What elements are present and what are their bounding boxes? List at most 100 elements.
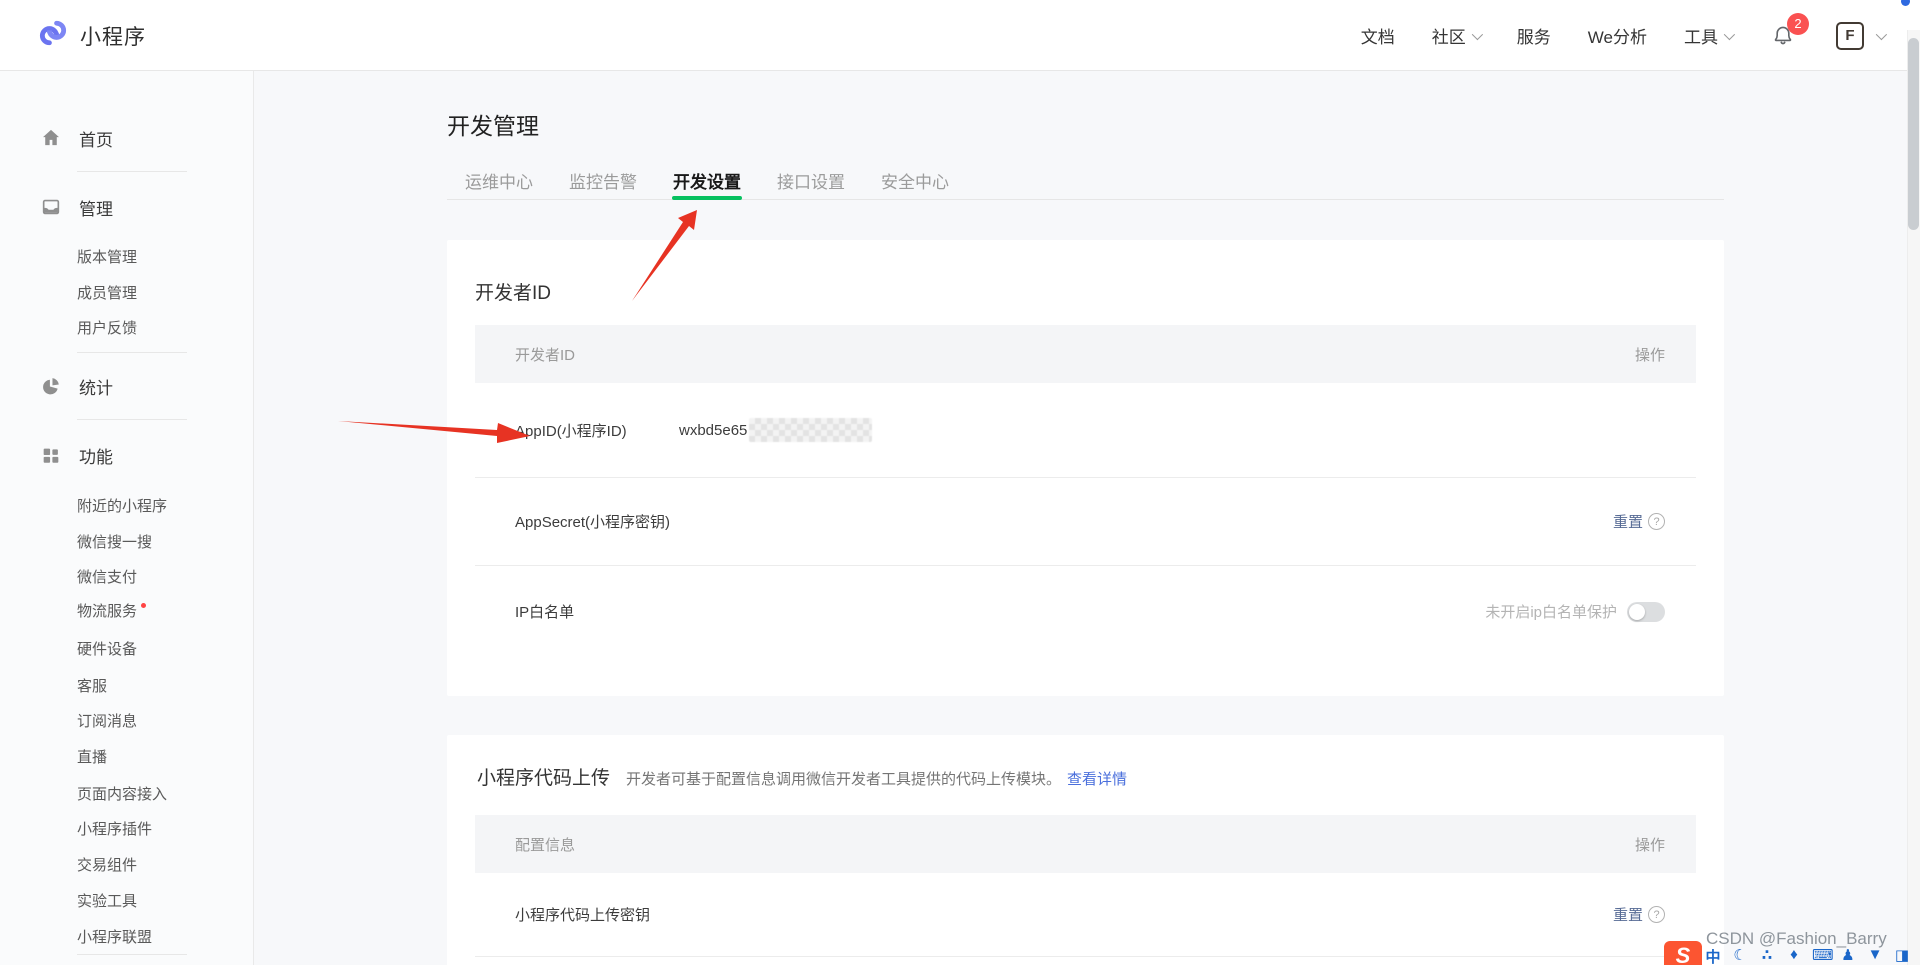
nav-services[interactable]: 服务 (1517, 23, 1551, 48)
appid-masked-value (749, 418, 872, 442)
sidebar-item-logistics[interactable]: 物流服务 (77, 598, 146, 622)
home-icon (40, 127, 62, 149)
sidebar-item-page-content[interactable]: 页面内容接入 (77, 781, 167, 805)
developer-id-card: 开发者ID 开发者ID 操作 AppID(小程序ID) wxbd5e65 App… (447, 240, 1724, 696)
appid-row: AppID(小程序ID) wxbd5e65 (475, 383, 1696, 477)
sidebar-item-manage[interactable]: 管理 (40, 193, 113, 221)
developer-id-title: 开发者ID (475, 278, 551, 305)
help-icon[interactable]: ? (1648, 513, 1665, 530)
sidebar-item-stats[interactable]: 统计 (40, 372, 113, 400)
sidebar-item-hardware[interactable]: 硬件设备 (77, 636, 137, 660)
inbox-icon (40, 196, 62, 218)
ime-moon-icon: ☾ (1731, 946, 1749, 965)
nav-docs[interactable]: 文档 (1361, 23, 1395, 48)
sidebar-item-subscribe-message[interactable]: 订阅消息 (77, 708, 137, 732)
scrollbar-thumb[interactable] (1908, 38, 1919, 230)
nav-community[interactable]: 社区 (1432, 23, 1480, 48)
chevron-down-icon (1724, 28, 1735, 39)
nav-tools[interactable]: 工具 (1684, 23, 1732, 48)
pie-chart-icon (40, 375, 62, 397)
toggle-knob (1629, 604, 1645, 620)
account-menu[interactable]: F (1836, 22, 1884, 50)
notification-bell[interactable]: 2 (1769, 21, 1799, 51)
sidebar-item-customer-service[interactable]: 客服 (77, 673, 107, 697)
tab-ops-center[interactable]: 运维中心 (465, 167, 533, 199)
sidebar-item-stats-label: 统计 (79, 374, 113, 399)
sidebar-divider (77, 419, 187, 420)
tab-dev-settings[interactable]: 开发设置 (673, 167, 741, 199)
appsecret-row: AppSecret(小程序密钥) 重置 ? (475, 477, 1696, 565)
top-header: 小程序 文档 社区 服务 We分析 工具 (0, 0, 1920, 71)
ip-whitelist-toggle[interactable] (1627, 602, 1665, 622)
grid-icon (40, 444, 62, 466)
ime-person-icon: ♟ (1839, 946, 1857, 965)
ime-keyboard-icon: ⌨ (1812, 946, 1830, 965)
notification-badge[interactable]: 2 (1787, 13, 1809, 35)
sidebar-item-label: 附近的小程序 (77, 495, 167, 516)
nav-services-label: 服务 (1517, 23, 1551, 48)
sidebar-item-home[interactable]: 首页 (40, 124, 113, 152)
sidebar-item-features[interactable]: 功能 (40, 441, 113, 469)
sidebar-item-home-label: 首页 (79, 126, 113, 151)
sidebar-item-label: 页面内容接入 (77, 783, 167, 804)
scrollbar-track[interactable] (1907, 30, 1920, 965)
miniprogram-logo[interactable]: 小程序 (37, 0, 146, 71)
ime-toolbar: 中 ☾ ∴ ♦ ⌨ ♟ ▼ ◨ (1704, 946, 1911, 965)
sidebar-item-experiment-tools[interactable]: 实验工具 (77, 888, 137, 912)
reset-upload-key-link[interactable]: 重置 (1613, 904, 1643, 925)
sidebar-divider (77, 171, 187, 172)
nav-docs-label: 文档 (1361, 23, 1395, 48)
code-upload-description: 开发者可基于配置信息调用微信开发者工具提供的代码上传模块。 (626, 768, 1061, 789)
sidebar-item-label: 订阅消息 (77, 710, 137, 731)
sidebar-item-trade-components[interactable]: 交易组件 (77, 852, 137, 876)
nav-we-analytics[interactable]: We分析 (1588, 23, 1647, 48)
sidebar-item-miniprogram-union[interactable]: 小程序联盟 (77, 924, 152, 948)
page-title: 开发管理 (447, 107, 539, 141)
tab-bar: 运维中心 监控告警 开发设置 接口设置 安全中心 (447, 167, 1724, 200)
sidebar-item-label: 版本管理 (77, 246, 137, 267)
code-upload-card: 小程序代码上传 开发者可基于配置信息调用微信开发者工具提供的代码上传模块。 查看… (447, 735, 1724, 965)
tab-api-settings[interactable]: 接口设置 (777, 167, 845, 199)
nav-we-analytics-label: We分析 (1588, 23, 1647, 48)
sidebar-item-label: 用户反馈 (77, 317, 137, 338)
appid-label: AppID(小程序ID) (515, 420, 679, 441)
sidebar-item-label: 小程序联盟 (77, 926, 152, 947)
sidebar-item-wechat-search[interactable]: 微信搜一搜 (77, 529, 152, 553)
chevron-down-icon (1876, 28, 1887, 39)
watermark-text: CSDN @Fashion_Barry (1706, 929, 1887, 949)
wechat-miniprogram-console: 小程序 文档 社区 服务 We分析 工具 (0, 0, 1920, 965)
code-upload-title-row: 小程序代码上传 开发者可基于配置信息调用微信开发者工具提供的代码上传模块。 查看… (477, 763, 1127, 790)
ip-whitelist-row: IP白名单 未开启ip白名单保护 (475, 565, 1696, 657)
nav-community-label: 社区 (1432, 23, 1466, 48)
sidebar-item-label: 交易组件 (77, 854, 137, 875)
new-feature-dot (141, 603, 146, 608)
tab-monitor-alert[interactable]: 监控告警 (569, 167, 637, 199)
sidebar-divider (77, 954, 187, 955)
avatar[interactable]: F (1836, 22, 1864, 50)
sidebar-item-label: 物流服务 (77, 600, 137, 621)
sidebar-divider (77, 352, 187, 353)
sidebar-item-wechat-pay[interactable]: 微信支付 (77, 564, 137, 588)
sidebar-item-member-manage[interactable]: 成员管理 (77, 280, 137, 304)
tab-security-center[interactable]: 安全中心 (881, 167, 949, 199)
upload-key-row: 小程序代码上传密钥 重置 ? (475, 873, 1696, 957)
sidebar-item-live[interactable]: 直播 (77, 744, 107, 768)
table-header-left: 配置信息 (515, 834, 575, 855)
table-header-left: 开发者ID (515, 344, 575, 365)
developer-id-table-header: 开发者ID 操作 (475, 325, 1696, 383)
sidebar-item-nearby-miniprograms[interactable]: 附近的小程序 (77, 493, 167, 517)
sidebar-item-version-manage[interactable]: 版本管理 (77, 244, 137, 268)
sidebar-item-label: 小程序插件 (77, 818, 152, 839)
main-content: 开发管理 运维中心 监控告警 开发设置 接口设置 安全中心 开发者ID 开发者I… (447, 71, 1724, 965)
sidebar-item-plugins[interactable]: 小程序插件 (77, 816, 152, 840)
view-details-link[interactable]: 查看详情 (1067, 768, 1127, 789)
help-icon[interactable]: ? (1648, 906, 1665, 923)
logo-text: 小程序 (80, 21, 146, 51)
appid-value: wxbd5e65 (679, 422, 747, 439)
sidebar-item-label: 客服 (77, 675, 107, 696)
developer-id-rows: AppID(小程序ID) wxbd5e65 AppSecret(小程序密钥) 重… (475, 383, 1696, 657)
ime-shirt-icon: ▼ (1866, 946, 1884, 965)
sidebar-item-user-feedback[interactable]: 用户反馈 (77, 315, 137, 339)
table-header-actions: 操作 (1635, 344, 1665, 365)
reset-appsecret-link[interactable]: 重置 (1613, 511, 1643, 532)
